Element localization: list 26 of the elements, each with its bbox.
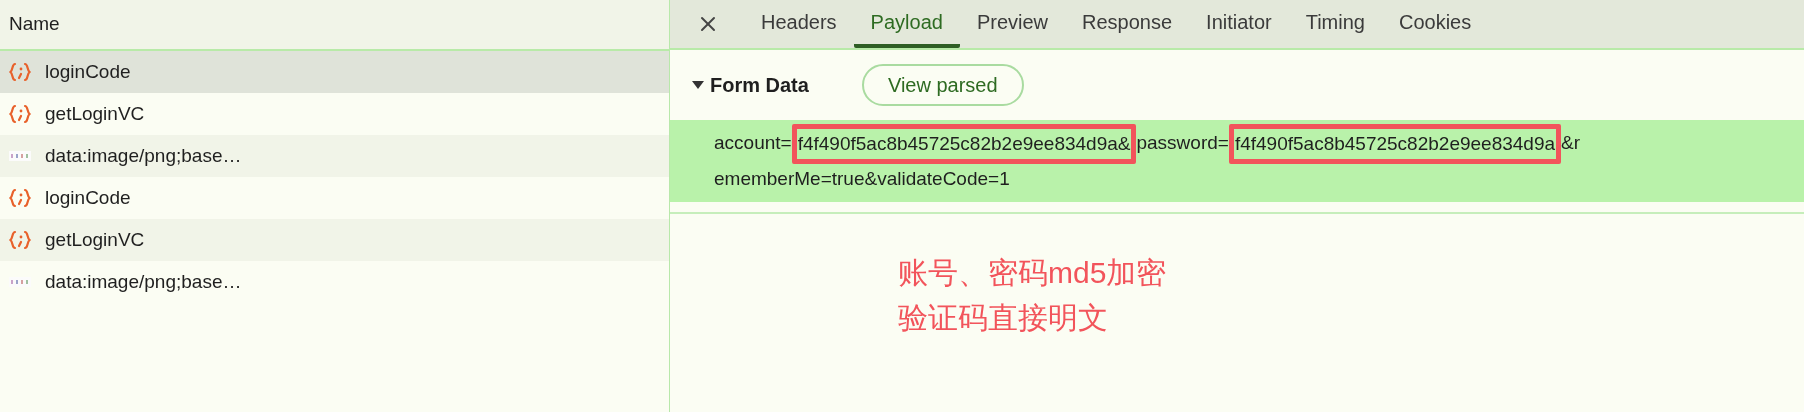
- section-toggle[interactable]: Form Data: [692, 70, 809, 100]
- code-braces-icon: [9, 104, 31, 124]
- request-row[interactable]: data:image/png;base…: [0, 135, 669, 177]
- annotation-text: 验证码直接明文: [898, 300, 1109, 336]
- tab[interactable]: Response: [1065, 0, 1190, 48]
- code-braces-icon: [9, 230, 31, 250]
- payload-text: ememberMe=true&validateCode=1: [714, 167, 1010, 191]
- view-parsed-button[interactable]: View parsed: [861, 64, 1024, 106]
- tab[interactable]: Initiator: [1189, 0, 1289, 48]
- tab[interactable]: Timing: [1288, 0, 1382, 48]
- tab[interactable]: Cookies: [1381, 0, 1489, 48]
- tab[interactable]: Headers: [744, 0, 854, 48]
- request-row[interactable]: getLoginVC: [0, 219, 669, 261]
- tab[interactable]: Preview: [959, 0, 1066, 48]
- caret-icon: [692, 80, 704, 90]
- payload-text: account=: [714, 131, 792, 155]
- tab[interactable]: Payload: [853, 0, 960, 48]
- payload-text: &r: [1561, 131, 1581, 155]
- code-braces-icon: [9, 188, 31, 208]
- highlighted-text: f4f490f5ac8b45725c82b2e9ee834d9a&: [791, 124, 1137, 164]
- code-braces-icon: [9, 62, 31, 82]
- payload-text: password=: [1136, 131, 1229, 155]
- highlighted-text: f4f490f5ac8b45725c82b2e9ee834d9a: [1228, 124, 1562, 164]
- annotation-text: 账号、密码md5加密: [898, 255, 1168, 291]
- column-header[interactable]: Name: [9, 10, 60, 39]
- request-row[interactable]: loginCode: [0, 51, 669, 93]
